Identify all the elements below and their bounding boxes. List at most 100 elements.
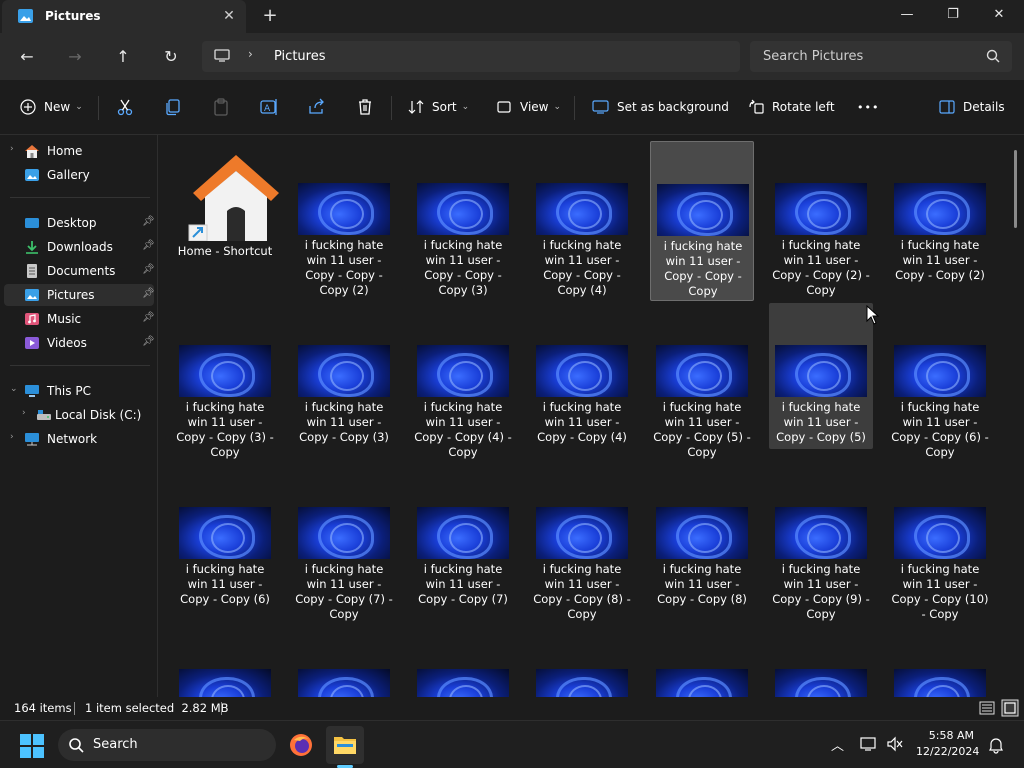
chevron-up-icon[interactable]: ︿ bbox=[831, 735, 844, 754]
pin-icon[interactable]: 📌︎ bbox=[142, 336, 155, 348]
file-item[interactable]: i fucking hate win 11 user - Copy - Copy… bbox=[411, 141, 515, 301]
file-item[interactable]: i fucking hate win 11 user - Copy - Copy… bbox=[650, 303, 754, 463]
view-button[interactable]: View ⌄ bbox=[496, 96, 561, 118]
file-item[interactable] bbox=[292, 627, 396, 697]
new-tab-button[interactable]: + bbox=[260, 6, 280, 26]
clock[interactable]: 5:58 AM 12/22/2024 bbox=[916, 728, 980, 760]
file-item[interactable]: i fucking hate win 11 user - Copy - Copy… bbox=[888, 465, 992, 625]
file-explorer-app[interactable] bbox=[326, 726, 364, 764]
pin-icon[interactable]: 📌︎ bbox=[142, 288, 155, 300]
tab-close-icon[interactable]: ✕ bbox=[220, 7, 238, 25]
chevron-down-icon[interactable]: ⌄ bbox=[10, 384, 18, 394]
file-item[interactable] bbox=[888, 627, 992, 697]
sidebar-item-home[interactable]: › Home bbox=[4, 140, 154, 162]
maximize-button[interactable]: ❐ bbox=[930, 0, 976, 33]
close-button[interactable]: ✕ bbox=[976, 0, 1022, 33]
file-item[interactable]: i fucking hate win 11 user - Copy - Copy… bbox=[411, 465, 515, 625]
breadcrumb-pictures[interactable]: Pictures bbox=[274, 49, 325, 64]
address-bar[interactable]: › Pictures bbox=[202, 41, 740, 72]
chevron-right-icon[interactable]: › bbox=[10, 432, 14, 442]
taskbar-search-label: Search bbox=[93, 737, 138, 752]
up-button[interactable]: ↑ bbox=[111, 45, 135, 69]
details-button[interactable]: Details bbox=[939, 96, 1005, 118]
firefox-app[interactable] bbox=[282, 726, 320, 764]
file-item[interactable]: i fucking hate win 11 user - Copy - Copy… bbox=[292, 303, 396, 463]
sidebar-item-gallery[interactable]: Gallery bbox=[4, 164, 154, 186]
clock-date: 12/22/2024 bbox=[916, 745, 980, 758]
sidebar-label: Music bbox=[47, 312, 82, 326]
copy-icon[interactable] bbox=[163, 97, 183, 117]
windows-start-icon[interactable] bbox=[20, 734, 44, 758]
sidebar-item-downloads[interactable]: Downloads 📌︎ bbox=[4, 236, 155, 258]
taskbar-search[interactable]: Search bbox=[58, 729, 276, 761]
delete-icon[interactable] bbox=[355, 97, 375, 117]
file-item[interactable]: i fucking hate win 11 user - Copy - Copy… bbox=[530, 465, 634, 625]
back-button[interactable]: ← bbox=[15, 45, 39, 69]
file-item[interactable]: i fucking hate win 11 user - Copy - Copy… bbox=[173, 465, 277, 625]
rotate-left-button[interactable]: Rotate left bbox=[748, 96, 835, 118]
file-item[interactable]: i fucking hate win 11 user - Copy - Copy… bbox=[530, 303, 634, 463]
home-icon bbox=[25, 145, 39, 158]
details-view-icon[interactable] bbox=[978, 699, 996, 717]
sidebar-item-this-pc[interactable]: ⌄ This PC bbox=[4, 380, 154, 402]
set-as-background-button[interactable]: Set as background bbox=[592, 96, 729, 118]
file-item[interactable]: i fucking hate win 11 user - Copy - Copy… bbox=[173, 303, 277, 463]
mouse-cursor-icon bbox=[866, 305, 880, 325]
image-thumbnail bbox=[298, 669, 390, 697]
file-item[interactable] bbox=[173, 627, 277, 697]
file-item[interactable]: i fucking hate win 11 user - Copy - Copy… bbox=[530, 141, 634, 301]
pin-icon[interactable]: 📌︎ bbox=[142, 264, 155, 276]
network-tray-icon[interactable] bbox=[860, 736, 878, 752]
music-icon bbox=[25, 313, 39, 325]
refresh-button[interactable]: ↻ bbox=[159, 45, 183, 69]
pin-icon[interactable]: 📌︎ bbox=[142, 312, 155, 324]
share-icon[interactable] bbox=[307, 97, 327, 117]
tab-pictures[interactable]: Pictures ✕ bbox=[2, 0, 246, 33]
search-box[interactable]: Search Pictures bbox=[750, 41, 1012, 72]
chevron-right-icon[interactable]: › bbox=[22, 408, 26, 418]
sort-button[interactable]: Sort ⌄ bbox=[408, 96, 469, 118]
rename-icon[interactable]: A bbox=[259, 97, 279, 117]
pin-icon[interactable]: 📌︎ bbox=[142, 216, 155, 228]
file-item[interactable] bbox=[769, 627, 873, 697]
sidebar-item-music[interactable]: Music 📌︎ bbox=[4, 308, 155, 330]
sidebar-item-network[interactable]: › Network bbox=[4, 428, 154, 450]
paste-icon[interactable] bbox=[211, 97, 231, 117]
sidebar-item-pictures[interactable]: Pictures 📌︎ bbox=[4, 284, 155, 306]
sidebar-item-documents[interactable]: Documents 📌︎ bbox=[4, 260, 155, 282]
new-button[interactable]: New ⌄ bbox=[20, 96, 83, 118]
notification-bell-icon[interactable] bbox=[988, 736, 1004, 754]
file-item[interactable]: i fucking hate win 11 user - Copy - Copy… bbox=[888, 141, 992, 301]
file-item[interactable]: i fucking hate win 11 user - Copy - Copy… bbox=[292, 465, 396, 625]
vertical-scrollbar[interactable] bbox=[1014, 150, 1017, 228]
sidebar-item-videos[interactable]: Videos 📌︎ bbox=[4, 332, 155, 354]
file-item[interactable]: i fucking hate win 11 user - Copy - Copy… bbox=[411, 303, 515, 463]
pin-icon[interactable]: 📌︎ bbox=[142, 240, 155, 252]
cut-icon[interactable] bbox=[115, 97, 135, 117]
sidebar-item-local-disk[interactable]: › Local Disk (C:) bbox=[4, 404, 154, 426]
firefox-icon bbox=[290, 734, 312, 756]
search-input[interactable]: Search Pictures bbox=[763, 49, 863, 64]
file-item[interactable]: i fucking hate win 11 user - Copy - Copy… bbox=[292, 141, 396, 301]
more-options-button[interactable]: ••• bbox=[857, 96, 879, 118]
file-item[interactable] bbox=[650, 627, 754, 697]
file-item-selected[interactable]: i fucking hate win 11 user - Copy - Copy… bbox=[650, 141, 754, 301]
file-item[interactable]: i fucking hate win 11 user - Copy - Copy… bbox=[769, 141, 873, 301]
file-item[interactable] bbox=[411, 627, 515, 697]
file-item[interactable]: i fucking hate win 11 user - Copy - Copy… bbox=[888, 303, 992, 463]
new-label: New bbox=[44, 100, 71, 114]
file-item-hover[interactable]: i fucking hate win 11 user - Copy - Copy… bbox=[769, 303, 873, 449]
volume-muted-icon[interactable] bbox=[886, 736, 904, 752]
file-item[interactable]: i fucking hate win 11 user - Copy - Copy… bbox=[650, 465, 754, 625]
chevron-right-icon[interactable]: › bbox=[248, 47, 253, 61]
minimize-button[interactable]: — bbox=[884, 0, 930, 33]
sidebar-item-desktop[interactable]: Desktop 📌︎ bbox=[4, 212, 155, 234]
file-item-home-shortcut[interactable]: Home - Shortcut bbox=[173, 141, 279, 301]
file-item[interactable] bbox=[530, 627, 634, 697]
forward-button[interactable]: → bbox=[63, 45, 87, 69]
file-grid: Home - Shortcut i fucking hate win 11 us… bbox=[160, 136, 1012, 697]
file-item[interactable]: i fucking hate win 11 user - Copy - Copy… bbox=[769, 465, 873, 625]
large-icons-view-icon[interactable] bbox=[1001, 699, 1019, 717]
sidebar-label: This PC bbox=[47, 384, 91, 398]
chevron-right-icon[interactable]: › bbox=[10, 144, 14, 154]
